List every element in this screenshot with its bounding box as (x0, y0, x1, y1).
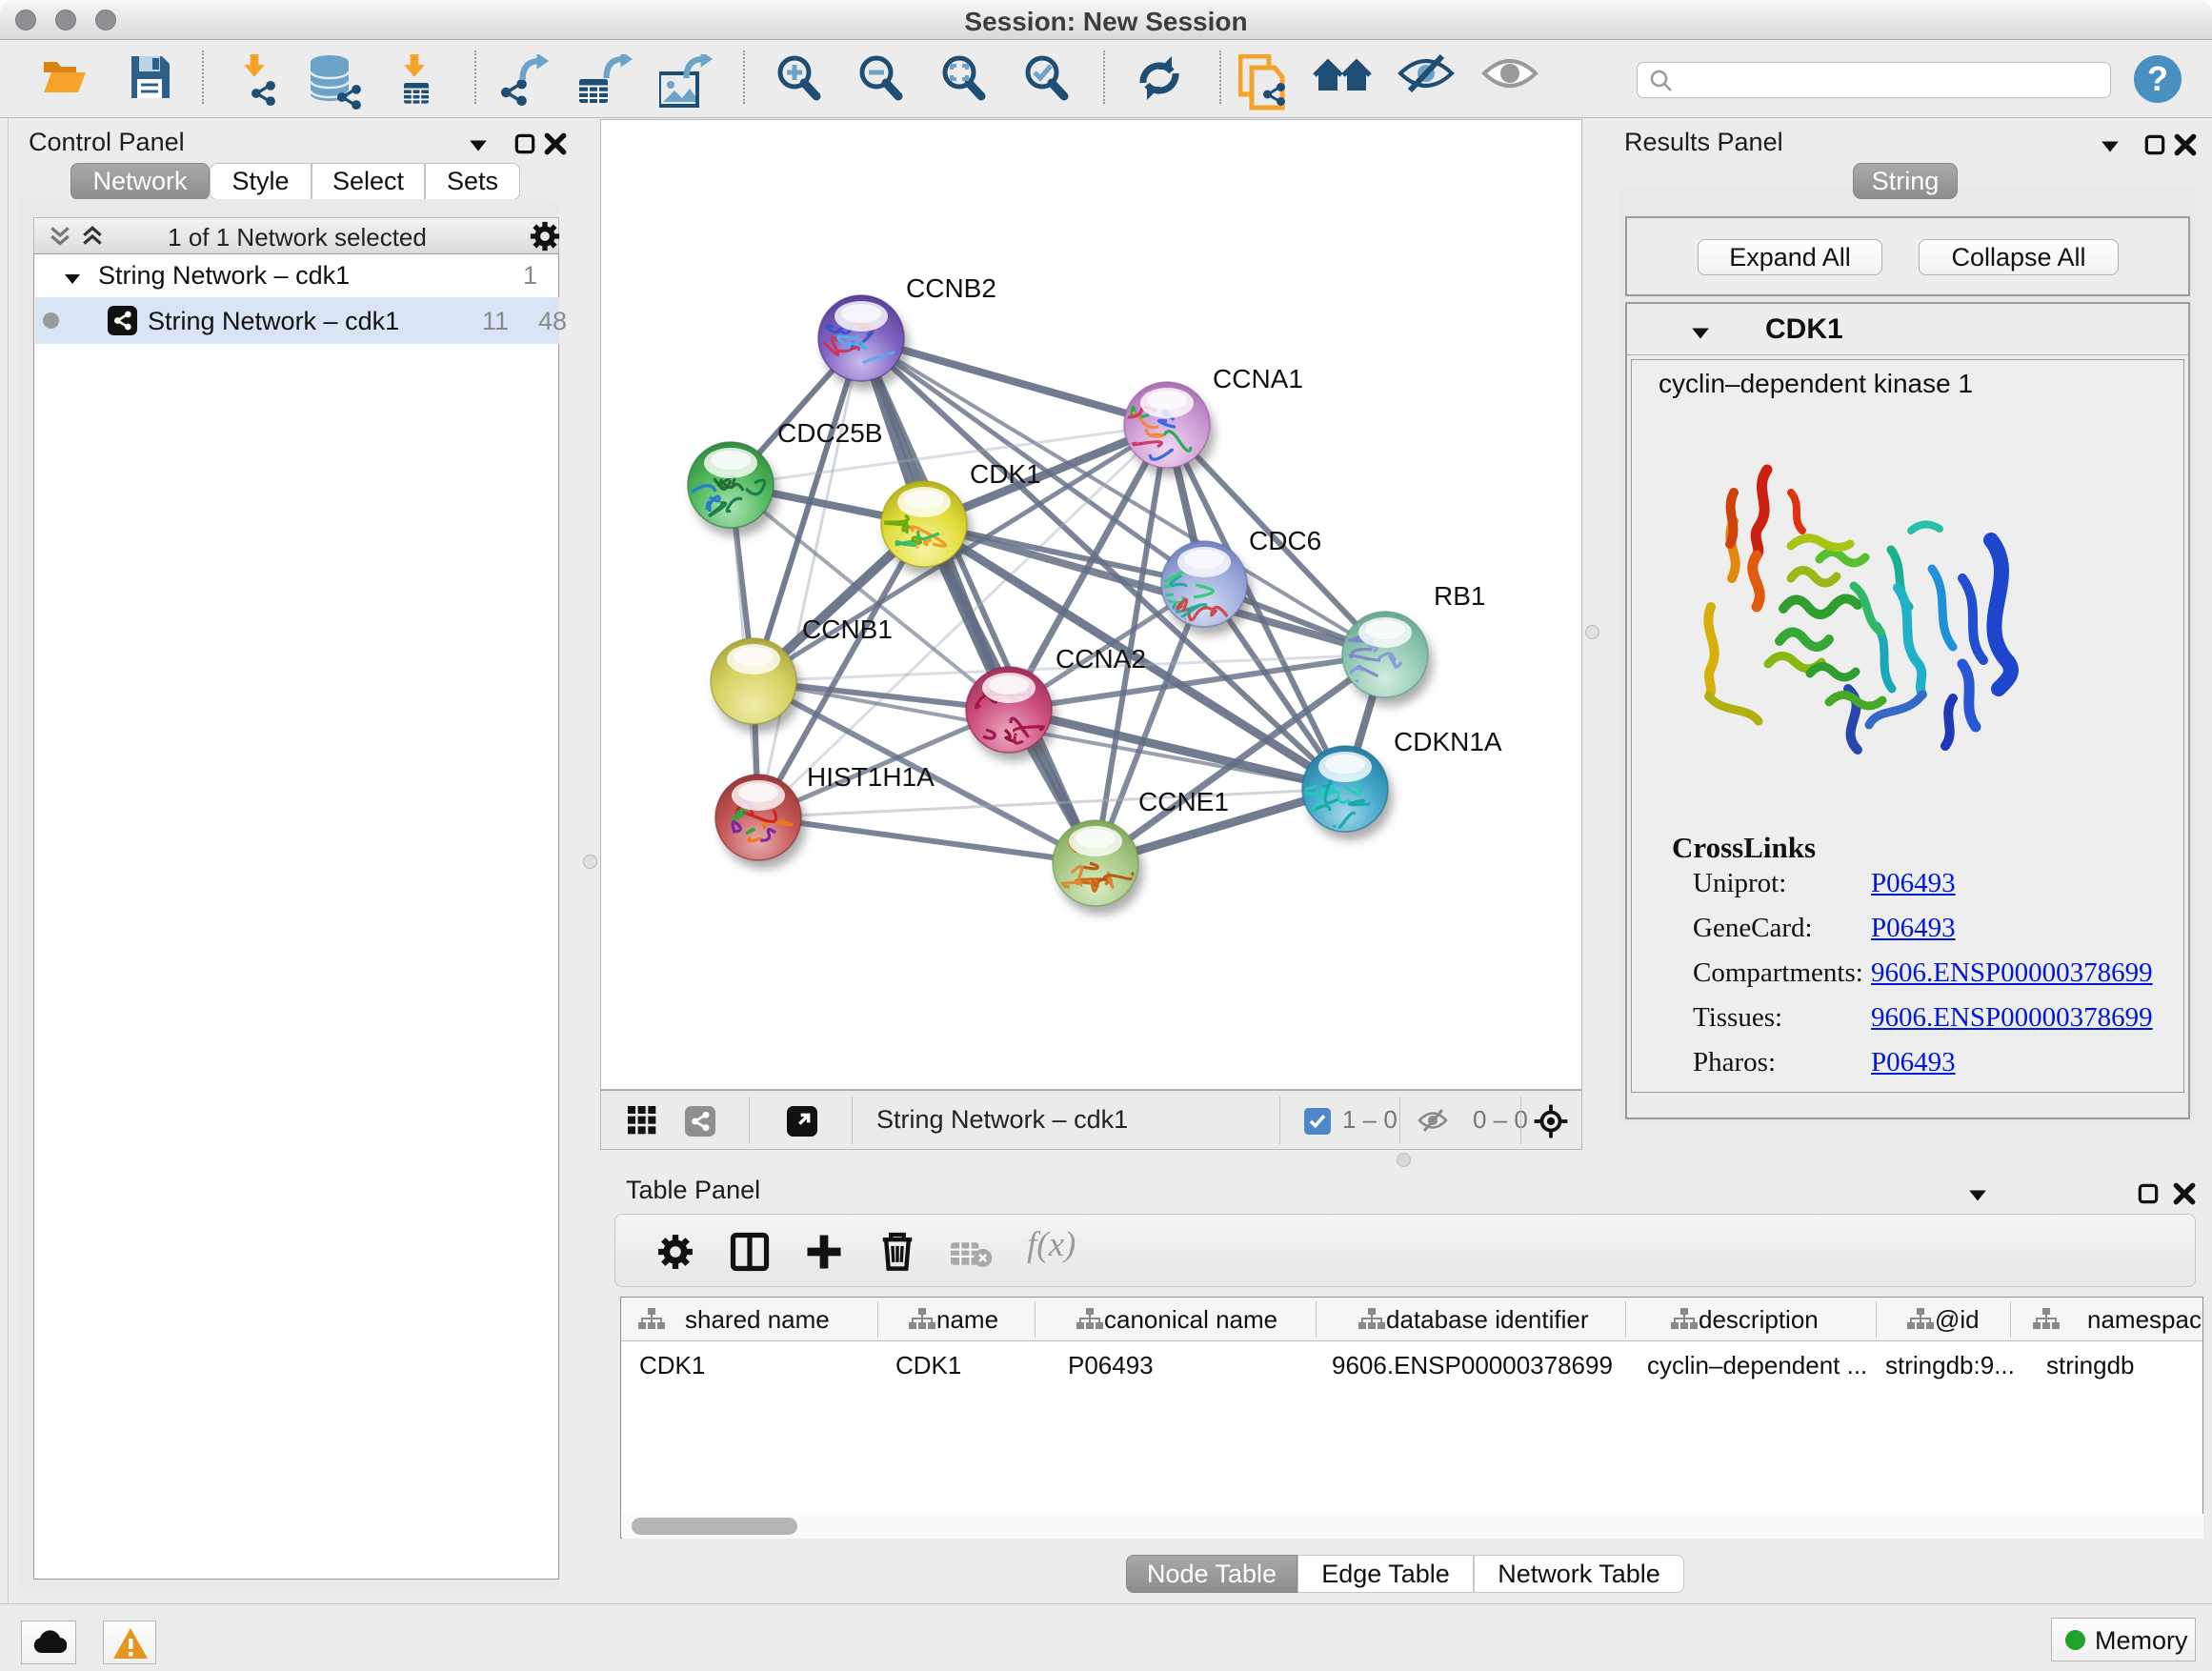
svg-text:CCNA1: CCNA1 (1213, 364, 1303, 393)
svg-text:CCNB1: CCNB1 (802, 614, 893, 644)
svg-text:HIST1H1A: HIST1H1A (807, 762, 935, 792)
svg-text:CDKN1A: CDKN1A (1394, 727, 1502, 756)
svg-text:CCNA2: CCNA2 (1056, 644, 1146, 674)
svg-text:CDC6: CDC6 (1249, 526, 1321, 555)
svg-text:?: ? (2147, 59, 2168, 98)
svg-text:CCNB2: CCNB2 (906, 273, 996, 303)
svg-text:CCNE1: CCNE1 (1138, 787, 1229, 816)
svg-text:CDK1: CDK1 (970, 459, 1041, 489)
svg-text:RB1: RB1 (1434, 581, 1485, 611)
svg-text:CDC25B: CDC25B (777, 418, 882, 448)
